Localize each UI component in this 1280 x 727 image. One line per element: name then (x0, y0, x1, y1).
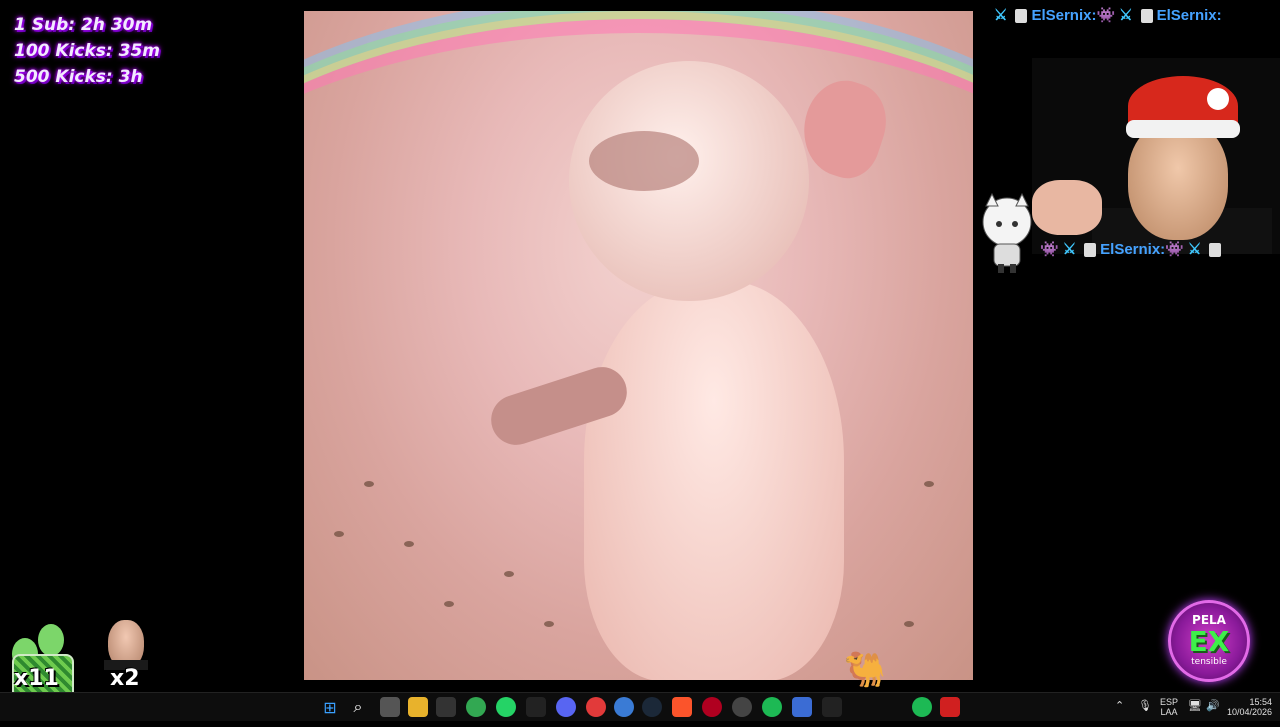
sand-speck (504, 571, 514, 577)
alien-multiplier: x11 (14, 666, 59, 691)
chat-username: ElSernix: (1031, 7, 1097, 24)
badge-bottom-text: tensible (1191, 657, 1227, 667)
badge-icon (1084, 243, 1097, 258)
app-icon-dark[interactable] (822, 697, 842, 717)
language-bottom: LAA (1160, 707, 1178, 717)
dog-snout (589, 131, 699, 191)
sand-speck (334, 531, 344, 537)
obs-icon[interactable] (732, 697, 752, 717)
alien-emote-icon: 👾 (1040, 241, 1059, 258)
spotify-icon[interactable] (762, 697, 782, 717)
microphone-icon[interactable]: 🎙 (1138, 699, 1152, 727)
alien-emote-icon (38, 624, 64, 656)
start-button[interactable]: ⊞ (320, 697, 340, 717)
webcam-hand (1032, 180, 1102, 235)
discord-icon[interactable] (556, 697, 576, 717)
clock-date: 10/04/2026 (1226, 707, 1272, 717)
timer-500-kicks: 500 Kicks: 3h (14, 67, 143, 87)
app-icon-crimson[interactable] (702, 697, 722, 717)
subathon-timers: 1 Sub: 2h 30m 100 Kicks: 35m 500 Kicks: … (14, 12, 160, 90)
chat-username: ElSernix: (1100, 241, 1166, 258)
sand-speck (924, 481, 934, 487)
sword-icon: ⚔ (1062, 241, 1077, 258)
app-icon-diamond[interactable] (792, 697, 812, 717)
santa-hat-band (1126, 120, 1240, 138)
sword-icon: ⚔ (1119, 7, 1133, 24)
app-icon-blue[interactable] (614, 697, 634, 717)
sword-icon: ⚔ (1187, 241, 1202, 258)
app-icon-red[interactable] (586, 697, 606, 717)
sand-speck (364, 481, 374, 487)
whatsapp-icon[interactable] (496, 697, 516, 717)
chat-message-top: ⚔ ElSernix:👾 ⚔ ElSernix: (990, 6, 1222, 24)
brave-icon[interactable] (672, 697, 692, 717)
sand-speck (404, 541, 414, 547)
language-indicator[interactable]: ESP LAA (1160, 697, 1178, 725)
sand-speck (904, 621, 914, 627)
timer-sub: 1 Sub: 2h 30m (14, 15, 153, 35)
app-icon-record[interactable] (940, 697, 960, 717)
spotify-icon-2[interactable] (912, 697, 932, 717)
clock-time: 15:54 (1249, 697, 1272, 707)
timer-100-kicks: 100 Kicks: 35m (14, 41, 160, 61)
taskbar: ⊞ ⌕ ⌃ 🎙 ESP LAA 🖥 🔊 15:54 10/04/2026 (0, 692, 1280, 721)
webcam-face (1128, 120, 1228, 240)
santa-hat-pompom (1207, 88, 1229, 110)
badge-icon (1015, 9, 1028, 24)
camel-emote: 🐫 (843, 650, 887, 690)
anime-girl-sticker (982, 192, 1032, 273)
badge-main-text: EX (1188, 625, 1230, 658)
sword-icon: ⚔ (994, 7, 1008, 24)
video-player[interactable] (304, 11, 973, 680)
file-explorer-icon[interactable] (408, 697, 428, 717)
language-top: ESP (1160, 697, 1179, 707)
badge-icon (1140, 9, 1153, 24)
tray-chevron-icon[interactable]: ⌃ (1115, 699, 1124, 727)
alien-emote-icon: 👾 (1165, 241, 1184, 258)
man-multiplier: x2 (110, 666, 140, 691)
task-view-icon[interactable] (380, 697, 400, 717)
xbox-icon[interactable] (466, 697, 486, 717)
network-icon[interactable]: 🖥 (1188, 699, 1202, 727)
pela-extensible-badge: PELA EX tensible (1168, 600, 1250, 682)
sand-speck (444, 601, 454, 607)
dog-body (584, 281, 844, 680)
xd-app-icon[interactable] (526, 697, 546, 717)
volume-icon[interactable]: 🔊 (1206, 699, 1220, 727)
app-icon[interactable] (436, 697, 456, 717)
clock[interactable]: 15:54 10/04/2026 (1226, 697, 1272, 725)
sand-speck (544, 621, 554, 627)
chat-username: ElSernix: (1156, 7, 1222, 24)
steam-icon[interactable] (642, 697, 662, 717)
search-icon[interactable]: ⌕ (348, 697, 368, 717)
webcam-feed (1032, 58, 1280, 254)
badge-icon (1209, 243, 1222, 258)
alien-emote-icon: 👾 (1096, 7, 1116, 24)
chat-message-mid: 👾 ⚔ ElSernix:👾 ⚔ (1040, 240, 1225, 258)
